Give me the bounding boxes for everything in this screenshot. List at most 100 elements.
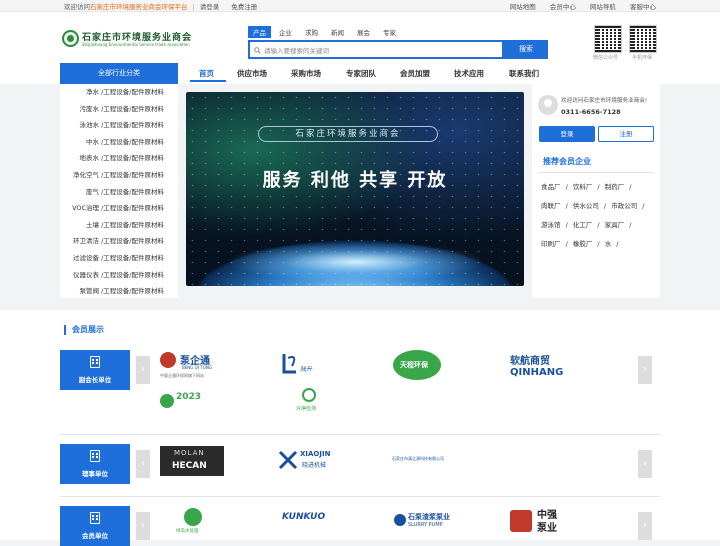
recommend-tag[interactable]: 水 /: [605, 240, 619, 248]
nav-tech[interactable]: 技术应用: [454, 68, 484, 79]
banner-title: 石家庄环境服务业商会: [258, 126, 438, 142]
avatar-icon: [538, 95, 558, 115]
member-logo[interactable]: MOLAN HECAN: [160, 446, 224, 476]
members-title: 会员展示: [64, 325, 104, 335]
member-group-member[interactable]: 会员单位: [60, 506, 130, 546]
category-item[interactable]: VOC治理 /工程设备/配件原材料: [60, 200, 178, 217]
search-tab-purchase[interactable]: 求购: [300, 26, 323, 38]
member-logo[interactable]: 天程环保: [393, 350, 441, 380]
member-logo[interactable]: 陆升: [280, 352, 324, 378]
category-item[interactable]: 污废水 /工程设备/配件原材料: [60, 101, 178, 118]
member-logo[interactable]: 众净检测: [296, 388, 324, 414]
carousel-next-arrow[interactable]: ›: [638, 512, 652, 540]
zhongqiang-icon: [510, 510, 532, 532]
category-item[interactable]: 地表水 /工程设备/配件原材料: [60, 150, 178, 167]
banner-earth-glow: [226, 242, 486, 282]
member-center-link[interactable]: 会员中心: [550, 3, 576, 11]
category-item[interactable]: 中水 /工程设备/配件原材料: [60, 134, 178, 151]
wechat-qr-code: [594, 25, 622, 53]
carousel-prev-arrow[interactable]: ‹: [136, 356, 150, 384]
carousel-prev-arrow[interactable]: ‹: [136, 512, 150, 540]
top-bar-links: 网站地图 会员中心 网站导航 客服中心: [498, 1, 656, 11]
recommend-tag[interactable]: 饮料厂 /: [573, 183, 600, 191]
search-tab-expo[interactable]: 展会: [352, 26, 375, 38]
nav-active-underline: [190, 80, 226, 82]
member-group-vice-president[interactable]: 副会长单位: [60, 350, 130, 390]
member-logo[interactable]: 中强 泵业: [510, 506, 580, 536]
search-tab-expert[interactable]: 专家: [378, 26, 401, 38]
recommend-tag[interactable]: 供水公司 /: [573, 202, 606, 210]
recommend-tag[interactable]: 化工厂 /: [573, 221, 600, 229]
category-item[interactable]: 仪器仪表 /工程设备/配件原材料: [60, 267, 178, 284]
recommend-tag[interactable]: 橡胶厂 /: [573, 240, 600, 248]
xiaojin-logo-icon: [278, 450, 298, 470]
recommend-tag[interactable]: 市政公司 /: [611, 202, 644, 210]
login-button[interactable]: 登录: [539, 126, 595, 142]
mobile-qr-code: [629, 25, 657, 53]
register-link[interactable]: 免费注册: [231, 3, 257, 11]
recommend-tag[interactable]: 制药厂 /: [605, 183, 632, 191]
search-tabs: 产品 企业 求购 新闻 展会 专家: [248, 26, 404, 39]
category-item[interactable]: 过滤设备 /工程设备/配件原材料: [60, 250, 178, 267]
member-logo[interactable]: KUNKUO: [282, 512, 346, 522]
category-item[interactable]: 泵管阀 /工程设备/配件原材料: [60, 283, 178, 300]
search-tab-news[interactable]: 新闻: [326, 26, 349, 38]
site-nav-link[interactable]: 网站导航: [590, 3, 616, 11]
recommend-tag[interactable]: 肉联厂 /: [541, 202, 568, 210]
carousel-next-arrow[interactable]: ›: [638, 356, 652, 384]
drop-icon: [302, 388, 316, 402]
carousel-prev-arrow[interactable]: ‹: [136, 450, 150, 478]
recommend-tag[interactable]: 游泳馆 /: [541, 221, 568, 229]
category-item[interactable]: 净水 /工程设备/配件原材料: [60, 84, 178, 101]
search-input[interactable]: 请输入要搜索的关键词: [248, 40, 504, 59]
site-logo[interactable]: 石家庄市环境服务业商会 Shijiazhuang Environmental S…: [62, 28, 192, 58]
top-bar: 欢迎访问石家庄市环境服务业商会环保平台 | 请登录 免费注册 网站地图 会员中心 网…: [0, 0, 720, 12]
badge-icon: [160, 394, 174, 408]
building-icon: [90, 356, 100, 368]
nav-home[interactable]: 首页: [199, 68, 214, 79]
category-item[interactable]: 净化空气 /工程设备/配件原材料: [60, 167, 178, 184]
green-island-icon: [184, 508, 202, 526]
all-categories-button[interactable]: 全部行业分类: [60, 63, 178, 84]
member-logo[interactable]: 绿岛水处理: [176, 508, 212, 538]
member-group-director[interactable]: 理事单位: [60, 444, 130, 484]
logo-emblem-icon: [62, 30, 79, 47]
member-logo[interactable]: 石泵渣浆泵业 SLURRY PUMP: [394, 512, 464, 534]
nav-experts[interactable]: 专家团队: [346, 68, 376, 79]
carousel-next-arrow[interactable]: ›: [638, 450, 652, 478]
recommend-tag[interactable]: 家具厂 /: [605, 221, 632, 229]
search-tab-product[interactable]: 产品: [248, 26, 271, 38]
banner-slogan: 服务 利他 共享 开放: [262, 170, 448, 191]
recommend-divider: [538, 172, 654, 173]
category-item[interactable]: 土壤 /工程设备/配件原材料: [60, 217, 178, 234]
nav-purchase[interactable]: 采购市场: [291, 68, 321, 79]
nav-join[interactable]: 会员加盟: [400, 68, 430, 79]
search-tab-company[interactable]: 企业: [274, 26, 297, 38]
recommend-title: 推荐会员企业: [543, 157, 591, 166]
category-item[interactable]: 废气 /工程设备/配件原材料: [60, 184, 178, 201]
search-placeholder: 请输入要搜索的关键词: [264, 47, 329, 55]
nav-contact[interactable]: 联系我们: [509, 68, 539, 79]
recommend-tags: 食品厂 / 饮料厂 / 制药厂 / 肉联厂 / 供水公司 / 市政公司 / 游泳…: [541, 178, 651, 254]
hotline-phone: 0311-6656-7128: [561, 108, 621, 116]
login-link[interactable]: 请登录: [200, 3, 220, 11]
search-button[interactable]: 搜索: [504, 40, 548, 59]
category-item[interactable]: 泳池水 /工程设备/配件原材料: [60, 117, 178, 134]
search-icon: [254, 46, 261, 54]
member-logo[interactable]: 2023: [160, 392, 226, 412]
nav-supply[interactable]: 供应市场: [237, 68, 267, 79]
member-logo[interactable]: 石家庄市清之源科技有限公司: [392, 456, 462, 462]
recommend-tag[interactable]: 食品厂 /: [541, 183, 568, 191]
group-divider: [60, 434, 660, 435]
service-center-link[interactable]: 客服中心: [630, 3, 656, 11]
group-divider: [60, 496, 660, 497]
pump-icon: [160, 352, 176, 368]
member-logo[interactable]: 软航商贸 QINHANG: [510, 352, 580, 378]
category-item[interactable]: 环卫清洁 /工程设备/配件原材料: [60, 233, 178, 250]
sitemap-link[interactable]: 网站地图: [510, 3, 536, 11]
recommend-tag[interactable]: 印刷厂 /: [541, 240, 568, 248]
welcome-text: 欢迎访问: [64, 3, 90, 11]
member-logo[interactable]: XIAOJIN 晓进机械: [278, 450, 348, 472]
site-name-link[interactable]: 石家庄市环境服务业商会环保平台: [90, 3, 188, 11]
register-button[interactable]: 注册: [598, 126, 654, 142]
